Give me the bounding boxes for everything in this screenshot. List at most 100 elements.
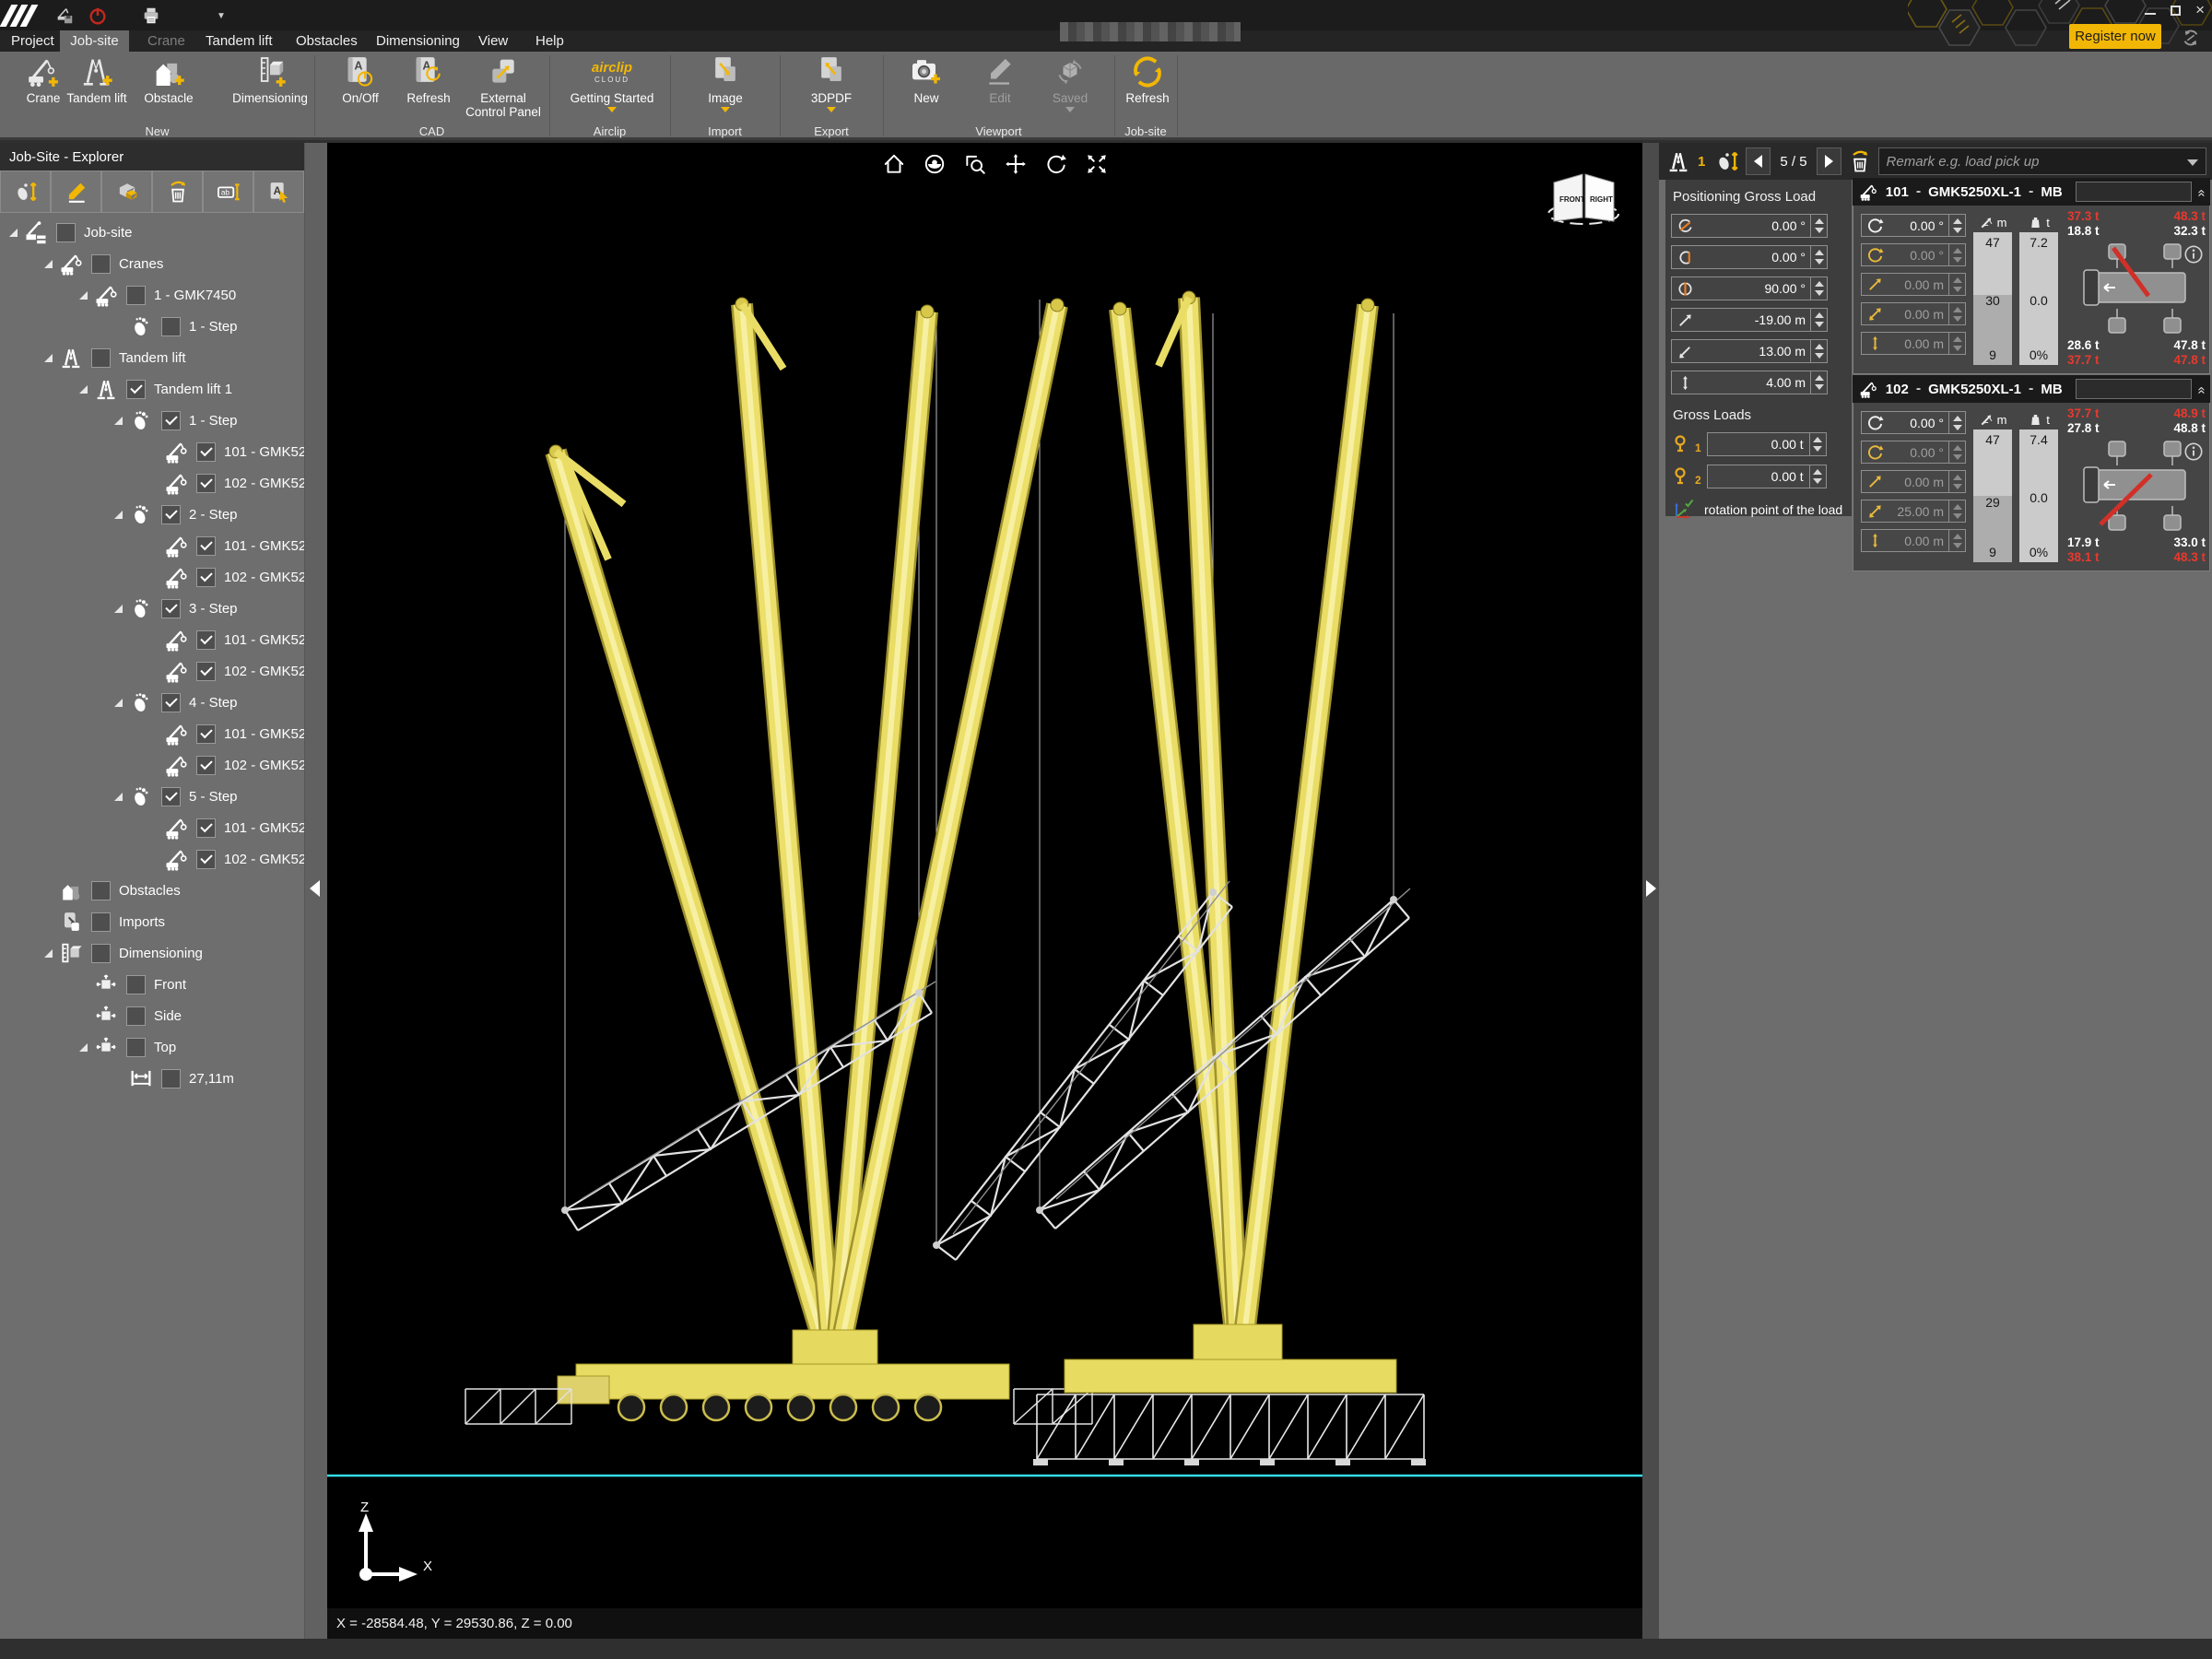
tree-item-checkbox[interactable] xyxy=(196,756,216,775)
tree-item[interactable]: 27,11m xyxy=(0,1063,304,1094)
add-step-icon[interactable] xyxy=(1714,148,1740,174)
register-now-button[interactable]: Register now xyxy=(2069,24,2161,49)
tree-item[interactable]: Cranes xyxy=(0,248,304,279)
tree-item-checkbox[interactable] xyxy=(161,787,181,806)
tree-item[interactable]: 102 - GMK5250XL-1 - xyxy=(0,749,304,781)
ribbon-button-tandem-lift[interactable]: Tandem lift xyxy=(57,53,136,122)
tree-item-checkbox[interactable] xyxy=(196,630,216,650)
ribbon-button-dimensioning[interactable]: Dimensioning xyxy=(230,53,310,122)
tree-item[interactable]: 102 - GMK5250XL-1 - xyxy=(0,655,304,687)
tree-item[interactable]: Top xyxy=(0,1031,304,1063)
expander-icon[interactable] xyxy=(79,385,88,394)
spinner[interactable] xyxy=(1949,411,1966,434)
tree-item-checkbox[interactable] xyxy=(161,505,181,524)
expander-icon[interactable] xyxy=(44,354,53,362)
save-jobsite-icon[interactable] xyxy=(54,6,75,26)
customize-caret-icon[interactable]: ▼ xyxy=(217,11,226,21)
print-icon[interactable] xyxy=(141,6,161,26)
tree-item[interactable]: Imports xyxy=(0,906,304,937)
edit-button[interactable] xyxy=(51,171,101,213)
expander-icon[interactable] xyxy=(114,699,123,707)
tree-item-checkbox[interactable] xyxy=(196,662,216,681)
crane-note-input[interactable] xyxy=(2076,182,2192,202)
steps-reorder-button[interactable] xyxy=(0,171,51,213)
tree-item[interactable]: 102 - GMK5250XL-1 - xyxy=(0,843,304,875)
menu-tab-obstacles[interactable]: Obstacles xyxy=(287,30,367,52)
obstacle-tool-button[interactable] xyxy=(101,171,152,213)
ribbon-button-viewport-new[interactable]: New xyxy=(887,53,966,122)
remark-dropdown-icon[interactable] xyxy=(2187,159,2198,166)
tree-item-checkbox[interactable] xyxy=(196,724,216,744)
spinner[interactable] xyxy=(1949,214,1966,237)
rotation-x-field[interactable]: 90.00 ° xyxy=(1671,276,1846,300)
maximize-button[interactable] xyxy=(2171,6,2181,16)
tree-item[interactable]: Front xyxy=(0,969,304,1000)
rotation-z-field[interactable]: 0.00 ° xyxy=(1671,214,1846,238)
tree-item[interactable]: Obstacles xyxy=(0,875,304,906)
tree-item-checkbox[interactable] xyxy=(161,1069,181,1088)
tree-item-checkbox[interactable] xyxy=(126,380,146,399)
spinner[interactable] xyxy=(1811,245,1828,269)
spinner[interactable] xyxy=(1811,214,1828,238)
rotation-point-toggle[interactable]: rotation point of the load xyxy=(1671,498,1846,522)
menu-tab-project[interactable]: Project xyxy=(2,30,64,52)
spinner[interactable] xyxy=(1811,308,1828,332)
tree-item[interactable]: 102 - GMK5250XL-1 - xyxy=(0,561,304,593)
tree-item-checkbox[interactable] xyxy=(91,348,111,368)
tree-item-checkbox[interactable] xyxy=(161,411,181,430)
collapse-chevron-icon[interactable]: « xyxy=(2194,189,2209,194)
expander-icon[interactable] xyxy=(114,511,123,519)
tree-item[interactable]: Job-site xyxy=(0,217,304,248)
tree-item[interactable]: Dimensioning xyxy=(0,937,304,969)
tree-item-checkbox[interactable] xyxy=(91,912,111,932)
tree-item-checkbox[interactable] xyxy=(196,442,216,462)
tree-item-checkbox[interactable] xyxy=(126,975,146,994)
ribbon-button-cad-refresh[interactable]: Refresh xyxy=(389,53,468,122)
sync-icon[interactable] xyxy=(2181,28,2201,48)
tree-item-checkbox[interactable] xyxy=(196,474,216,493)
expander-icon[interactable] xyxy=(79,1043,88,1052)
tree-item-checkbox[interactable] xyxy=(161,599,181,618)
close-button[interactable]: × xyxy=(2195,4,2205,17)
tree-item[interactable]: 1 - GMK7450 xyxy=(0,279,304,311)
collapse-right-icon[interactable] xyxy=(1646,880,1656,897)
tree-item[interactable]: 2 - Step xyxy=(0,499,304,530)
expander-icon[interactable] xyxy=(79,291,88,300)
expander-icon[interactable] xyxy=(9,229,18,237)
tree-item[interactable]: 4 - Step xyxy=(0,687,304,718)
position-x-field[interactable]: -19.00 m xyxy=(1671,308,1846,332)
tree-item-checkbox[interactable] xyxy=(161,317,181,336)
spinner[interactable] xyxy=(1811,339,1828,363)
minimize-button[interactable] xyxy=(2145,13,2156,15)
hook-load-1-field[interactable]: 1 0.00 t xyxy=(1671,432,1846,456)
power-icon[interactable] xyxy=(88,6,108,26)
tree-item[interactable]: 1 - Step xyxy=(0,405,304,436)
ribbon-button-3dpdf[interactable]: 3DPDF xyxy=(792,53,871,122)
tree-item[interactable]: 1 - Step xyxy=(0,311,304,342)
spinner[interactable] xyxy=(1810,465,1827,488)
tree-item-checkbox[interactable] xyxy=(196,818,216,838)
ribbon-button-getting-started[interactable]: airclip CLOUD Getting Started xyxy=(566,53,658,122)
tree-item[interactable]: 101 - GMK5250XL-1 - xyxy=(0,812,304,843)
expander-icon[interactable] xyxy=(44,949,53,958)
tree-item-checkbox[interactable] xyxy=(161,693,181,712)
tree-item-checkbox[interactable] xyxy=(196,536,216,556)
collapse-left-icon[interactable] xyxy=(310,880,320,897)
view-cube[interactable]: FRONT RIGHT xyxy=(1544,166,1623,232)
menu-tab-view[interactable]: View xyxy=(469,30,517,52)
tree-item-checkbox[interactable] xyxy=(126,1038,146,1057)
tree-item-checkbox[interactable] xyxy=(126,1006,146,1026)
crane-card-header[interactable]: 102- GMK5250XL-1- MB « xyxy=(1853,375,2210,403)
spinner[interactable] xyxy=(1811,371,1828,394)
tree-item[interactable]: 102 - GMK5250XL-1 - xyxy=(0,467,304,499)
expander-icon[interactable] xyxy=(114,605,123,613)
tree-item[interactable]: Tandem lift 1 xyxy=(0,373,304,405)
tree-item[interactable]: Tandem lift xyxy=(0,342,304,373)
tree-item-checkbox[interactable] xyxy=(196,568,216,587)
collapse-chevron-icon[interactable]: « xyxy=(2194,386,2209,392)
tree-item-checkbox[interactable] xyxy=(91,944,111,963)
left-splitter[interactable] xyxy=(304,143,327,1639)
ribbon-button-obstacle[interactable]: Obstacle xyxy=(129,53,208,122)
tree-item-checkbox[interactable] xyxy=(126,286,146,305)
ribbon-button-jobsite-refresh[interactable]: Refresh xyxy=(1108,53,1187,122)
